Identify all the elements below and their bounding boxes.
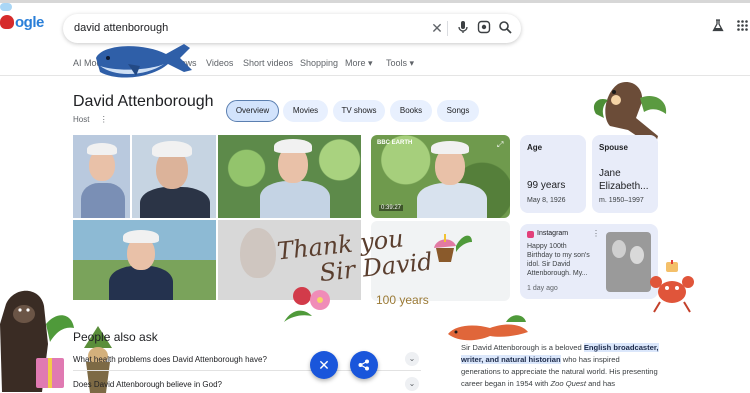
card-more-icon[interactable]: ⋮ [592,229,600,238]
entity-subtitle: Host ⋮ [73,115,108,124]
entity-description: Sir David Attenborough is a beloved Engl… [461,342,661,390]
photo-4-hair [123,230,159,243]
chip-songs[interactable]: Songs [437,100,479,122]
search-divider [447,21,448,36]
instagram-photo-face-1 [612,240,626,258]
chip-overview[interactable]: Overview [226,100,279,122]
tab-tools[interactable]: Tools ▾ [386,58,414,69]
crab-doodle [650,260,694,313]
description-lead: Sir David Attenborough is a beloved [461,343,584,352]
spouse-value-1: Jane [599,168,621,179]
tab-shopping[interactable]: Shopping [300,58,338,68]
spouse-value-2: Elizabeth... [599,181,649,192]
instagram-time: 1 day ago [527,285,558,292]
doodle-logo[interactable]: ogle [0,3,44,31]
flower-doodle [284,287,330,322]
video-thumbnail[interactable]: BBC EARTH 0:39:27 ⤢ [371,135,510,218]
chip-movies[interactable]: Movies [283,100,328,122]
cloud-doodle [0,3,12,11]
photo-3-hair [274,139,312,153]
tab-more[interactable]: More ▾ [345,58,373,69]
age-detail: May 8, 1926 [527,197,566,204]
search-input[interactable]: david attenborough [74,22,168,34]
entity-title: David Attenborough [73,93,214,110]
lens-icon[interactable] [476,20,492,36]
video-source: BBC EARTH [377,140,413,146]
photo-3-shirt [260,181,330,218]
cupcake-doodle [434,234,472,262]
photo-1-shirt [81,183,125,218]
paa-question-text: Does David Attenborough believe in God? [73,380,222,389]
photo-1-hair [87,143,117,155]
top-border [0,0,750,3]
instagram-line-4: Attenborough. My... [527,270,588,277]
instagram-source: Instagram [537,230,569,237]
tab-videos[interactable]: Videos [206,58,233,68]
search-icon[interactable] [497,20,513,36]
chip-books[interactable]: Books [390,100,432,122]
photo-5-face [240,228,276,278]
gorilla-doodle [0,290,74,392]
labs-flask-icon[interactable] [712,19,724,35]
age-card[interactable]: Age 99 years May 8, 1926 [520,135,586,213]
paa-question-text: What health problems does David Attenbor… [73,355,267,364]
chevron-down-icon[interactable]: ⌄ [405,377,419,391]
instagram-photo-face-2 [630,246,644,264]
more-vert-icon[interactable]: ⋮ [100,115,108,124]
tab-short-videos[interactable]: Short videos [243,58,293,68]
bird-doodle [0,15,14,29]
share-fab-button[interactable] [350,351,378,379]
close-icon: ✕ [318,357,330,373]
instagram-line-1: Happy 100th [527,243,567,250]
description-tail: and has [585,379,616,388]
video-duration: 0:39:27 [379,205,404,211]
chevron-down-icon[interactable]: ⌄ [405,352,419,366]
microphone-icon[interactable] [455,20,471,36]
chip-tv-shows[interactable]: TV shows [333,100,385,122]
spouse-label: Spouse [599,143,628,152]
photo-4-jacket [109,266,173,300]
spouse-detail: m. 1950–1997 [599,197,644,204]
logo-text: ogle [15,14,44,31]
instagram-photo [606,232,651,292]
photo-1[interactable] [73,135,130,218]
photo-2-hair [152,141,192,157]
instagram-card[interactable]: Instagram ⋮ Happy 100th Birthday to my s… [520,224,658,299]
video-hair [431,141,469,154]
whale-doodle [96,44,192,78]
age-label: Age [527,143,543,152]
clear-icon[interactable]: ✕ [429,20,445,36]
instagram-line-2: Birthday to my son's [527,252,590,259]
photo-2-jacket [140,187,210,218]
age-value: 99 years [527,180,566,191]
instagram-line-3: idol. Sir David [527,261,571,268]
paa-title: People also ask [73,330,158,344]
instagram-icon [527,231,534,238]
entity-subtitle-text: Host [73,115,90,124]
photo-3[interactable] [218,135,361,218]
expand-icon[interactable]: ⤢ [497,140,503,150]
photo-2[interactable] [132,135,216,218]
spouse-card[interactable]: Spouse Jane Elizabeth... m. 1950–1997 [592,135,658,213]
video-shirt [417,183,487,218]
lizard-doodle [448,315,528,341]
photo-4[interactable] [73,220,216,300]
share-icon [358,359,369,371]
description-italic: Zoo Quest [550,379,586,388]
tribute-years: 100 years [376,293,429,307]
close-fab-button[interactable]: ✕ [310,351,338,379]
apps-grid-icon[interactable] [737,19,748,34]
